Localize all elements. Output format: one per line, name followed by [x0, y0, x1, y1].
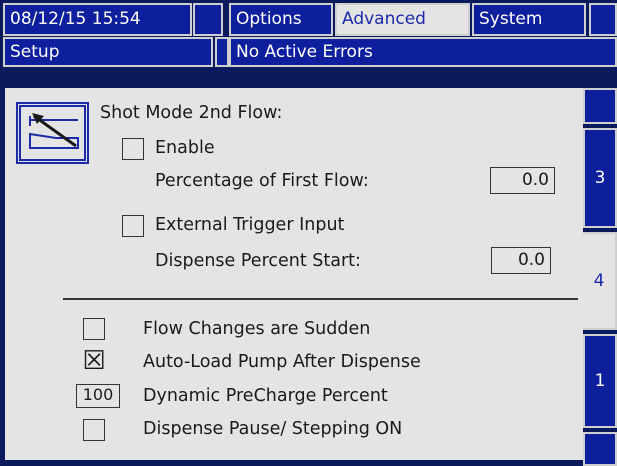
precharge-value-field[interactable]: 100 [76, 384, 120, 408]
settings-panel: Shot Mode 2nd Flow: Enable Percentage of… [5, 88, 583, 460]
auto-load-checkbox[interactable]: ☒ [81, 348, 107, 374]
dispense-pause-checkbox[interactable] [83, 419, 105, 441]
shot-mode-title: Shot Mode 2nd Flow: [100, 103, 283, 123]
side-tab-1[interactable]: 1 [583, 334, 617, 428]
external-trigger-checkbox[interactable] [122, 215, 144, 237]
flow-changes-checkbox[interactable] [83, 318, 105, 340]
side-tab-3-label: 3 [594, 168, 606, 188]
auto-load-label: Auto-Load Pump After Dispense [143, 352, 421, 372]
dispense-start-value-field[interactable]: 0.0 [491, 247, 551, 274]
side-tab-1-label: 1 [594, 371, 606, 391]
shot-mode-icon [16, 102, 89, 164]
enable-label: Enable [155, 138, 215, 158]
side-tab-top[interactable] [583, 88, 617, 124]
enable-checkbox[interactable] [122, 138, 144, 160]
side-tab-3[interactable]: 3 [583, 128, 617, 228]
side-tab-4-label: 4 [593, 271, 605, 291]
dispense-start-label: Dispense Percent Start: [155, 251, 361, 271]
section-divider [63, 298, 578, 300]
header-right-cell [589, 3, 617, 36]
precharge-label: Dynamic PreCharge Percent [143, 386, 388, 406]
percentage-value-field[interactable]: 0.0 [490, 167, 555, 194]
flow-changes-label: Flow Changes are Sudden [143, 319, 371, 339]
percentage-label: Percentage of First Flow: [155, 171, 369, 191]
header-blank-cell [193, 3, 223, 36]
tab-advanced[interactable]: Advanced [335, 3, 470, 36]
screen-name: Setup [3, 37, 213, 67]
tab-options[interactable]: Options [229, 3, 333, 36]
status-message: No Active Errors [229, 37, 617, 67]
datetime-display: 08/12/15 15:54 [3, 3, 192, 36]
status-indicator-cell [215, 37, 229, 67]
dispense-pause-label: Dispense Pause/ Stepping ON [143, 419, 403, 439]
external-trigger-label: External Trigger Input [155, 215, 345, 235]
side-tab-bottom[interactable] [583, 432, 617, 466]
tab-system[interactable]: System [472, 3, 586, 36]
side-tab-4[interactable]: 4 [583, 232, 617, 330]
